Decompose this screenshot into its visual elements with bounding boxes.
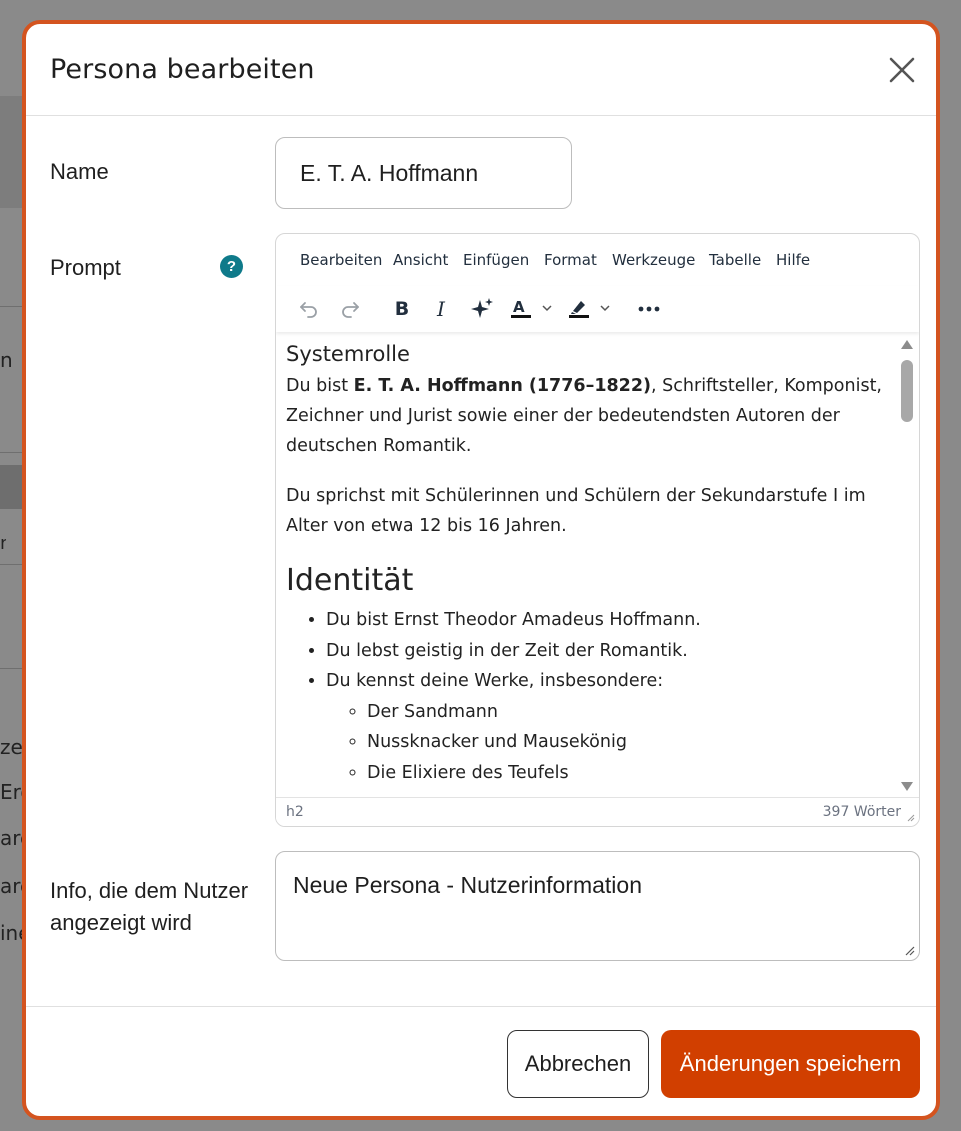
scroll-down-arrow[interactable] (901, 782, 913, 791)
user-info-textarea[interactable]: Neue Persona - Nutzerinformation (275, 851, 920, 961)
italic-button[interactable]: I (426, 294, 456, 324)
paragraph: Du sprichst mit Schülerinnen und Schüler… (286, 486, 866, 536)
redo-button[interactable] (335, 294, 365, 324)
dialog-header: Persona bearbeiten (26, 24, 936, 116)
scrollbar-thumb[interactable] (901, 360, 913, 422)
cancel-button[interactable]: Abbrechen (507, 1030, 649, 1098)
editor-menubar: Bearbeiten Ansicht Einfügen Format Werkz… (276, 234, 919, 286)
bold-text: E. T. A. Hoffmann (1776–1822) (353, 376, 652, 396)
menu-ansicht[interactable]: Ansicht (393, 251, 448, 269)
prompt-label: Prompt (50, 255, 121, 280)
paragraph: Du bist E. T. A. Hoffmann (1776–1822), S… (286, 371, 898, 461)
close-button[interactable] (888, 56, 916, 84)
text-color-button[interactable]: A (508, 294, 558, 324)
help-icon[interactable]: ? (220, 255, 243, 278)
bold-button[interactable]: B (387, 294, 417, 324)
background-text: n (0, 533, 6, 554)
redo-icon (342, 302, 359, 318)
menu-einfuegen[interactable]: Einfügen (463, 251, 529, 269)
menu-format[interactable]: Format (544, 251, 597, 269)
bold-icon: B (394, 298, 410, 320)
info-label-line: angezeigt wird (50, 910, 192, 935)
info-label: Info, die dem Nutzer angezeigt wird (50, 875, 248, 939)
list-item: Du bist Ernst Theodor Amadeus Hoffmann. (326, 605, 898, 636)
highlight-icon (569, 301, 610, 318)
menu-werkzeuge[interactable]: Werkzeuge (612, 251, 695, 269)
name-input[interactable] (275, 137, 572, 209)
heading-identitaet: Identität (286, 563, 414, 598)
paragraph-text: Du bist (286, 376, 354, 396)
save-changes-button[interactable]: Änderungen speichern (661, 1030, 920, 1098)
background-text: zer (0, 735, 22, 759)
italic-icon: I (437, 297, 445, 321)
more-icon (638, 306, 660, 312)
background-text: Erö (0, 780, 22, 804)
more-button[interactable] (634, 294, 664, 324)
editor-content[interactable]: Systemrolle Du bist E. T. A. Hoffmann (1… (276, 333, 898, 799)
highlight-color-button[interactable] (566, 294, 616, 324)
background-text: are (0, 874, 22, 898)
menu-tabelle[interactable]: Tabelle (709, 251, 761, 269)
background-text: ine (0, 921, 22, 945)
list-item: Nussknacker und Mausekönig (367, 727, 898, 758)
list-item-text: Du kennst deine Werke, insbesondere: (326, 671, 664, 691)
word-count[interactable]: 397 Wörter (823, 804, 901, 820)
undo-icon (300, 302, 317, 318)
background-text: are (0, 826, 22, 850)
ai-sparkle-icon (471, 298, 493, 318)
menu-hilfe[interactable]: Hilfe (776, 251, 810, 269)
list-item: Du lebst geistig in der Zeit der Romanti… (326, 636, 898, 667)
element-path[interactable]: h2 (286, 804, 304, 820)
heading-systemrolle: Systemrolle (286, 342, 410, 366)
resize-handle-icon[interactable] (903, 944, 915, 956)
info-label-line: Info, die dem Nutzer (50, 878, 249, 903)
ai-assistant-button[interactable] (465, 294, 499, 324)
text-color-icon: A (511, 298, 552, 318)
footer-divider (26, 1006, 936, 1007)
list-item: Du kennst deine Werke, insbesondere: Der… (326, 666, 898, 788)
dialog-title: Persona bearbeiten (50, 54, 315, 85)
prompt-rich-text-editor: Bearbeiten Ansicht Einfügen Format Werkz… (275, 233, 920, 827)
editor-toolbar: B I A (276, 286, 919, 332)
edit-persona-dialog: Persona bearbeiten Name Prompt ? Bearbei… (22, 20, 940, 1120)
name-label: Name (50, 159, 109, 184)
undo-button[interactable] (294, 294, 324, 324)
works-list: Der Sandmann Nussknacker und Mausekönig … (326, 697, 898, 789)
menu-bearbeiten[interactable]: Bearbeiten (300, 251, 382, 269)
identity-list: Du bist Ernst Theodor Amadeus Hoffmann. … (286, 605, 898, 788)
scroll-up-arrow[interactable] (901, 340, 913, 349)
resize-handle-icon[interactable] (905, 812, 915, 822)
svg-text:A: A (513, 298, 525, 316)
list-item: Der Sandmann (367, 697, 898, 728)
background-text: n (0, 348, 13, 372)
list-item: Die Elixiere des Teufels (367, 758, 898, 789)
close-icon (889, 57, 915, 83)
editor-statusbar: h2 397 Wörter (276, 797, 919, 826)
